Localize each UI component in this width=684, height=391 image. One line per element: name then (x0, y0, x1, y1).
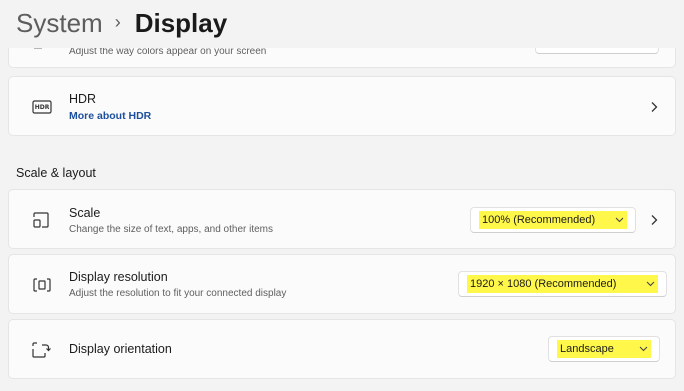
scale-card[interactable]: Scale Change the size of text, apps, and… (8, 189, 676, 249)
resolution-title: Display resolution (69, 270, 168, 284)
chevron-right-icon[interactable] (647, 213, 661, 227)
hdr-card[interactable]: HDR HDR More about HDR (8, 76, 676, 136)
orientation-dropdown[interactable]: Landscape (548, 336, 660, 362)
orientation-icon (30, 339, 52, 361)
resolution-card: Display resolution Adjust the resolution… (8, 254, 676, 314)
chevron-down-icon (615, 217, 624, 223)
scale-value: 100% (Recommended) (482, 214, 596, 226)
hdr-title: HDR (69, 92, 97, 106)
scale-title: Scale (69, 206, 101, 220)
breadcrumb-separator: › (114, 12, 121, 32)
orientation-dropdown-highlight: Landscape (557, 340, 651, 358)
resolution-value: 1920 × 1080 (Recommended) (470, 278, 617, 290)
resolution-dropdown-highlight: 1920 × 1080 (Recommended) (467, 275, 658, 293)
breadcrumb: System › Display (16, 6, 227, 40)
breadcrumb-system[interactable]: System (16, 6, 103, 40)
resolution-icon (31, 274, 53, 296)
resolution-description: Adjust the resolution to fit your connec… (69, 288, 287, 299)
chevron-right-icon[interactable] (647, 100, 661, 114)
more-about-hdr-link[interactable]: More about HDR (69, 110, 151, 122)
orientation-card: Display orientation Landscape (8, 319, 676, 379)
orientation-value: Landscape (560, 343, 614, 355)
scale-dropdown-highlight: 100% (Recommended) (479, 211, 627, 229)
orientation-title: Display orientation (69, 342, 172, 356)
hdr-icon: HDR (31, 96, 53, 118)
section-heading-scale-layout: Scale & layout (16, 166, 96, 180)
hdr-icon-label: HDR (34, 103, 50, 111)
scale-description: Change the size of text, apps, and other… (69, 224, 274, 235)
page-title: Display (134, 8, 228, 38)
resolution-dropdown[interactable]: 1920 × 1080 (Recommended) (458, 271, 667, 297)
scale-dropdown[interactable]: 100% (Recommended) (470, 207, 636, 233)
chevron-down-icon (639, 346, 648, 352)
chevron-down-icon (646, 281, 655, 287)
scale-icon (30, 209, 52, 231)
